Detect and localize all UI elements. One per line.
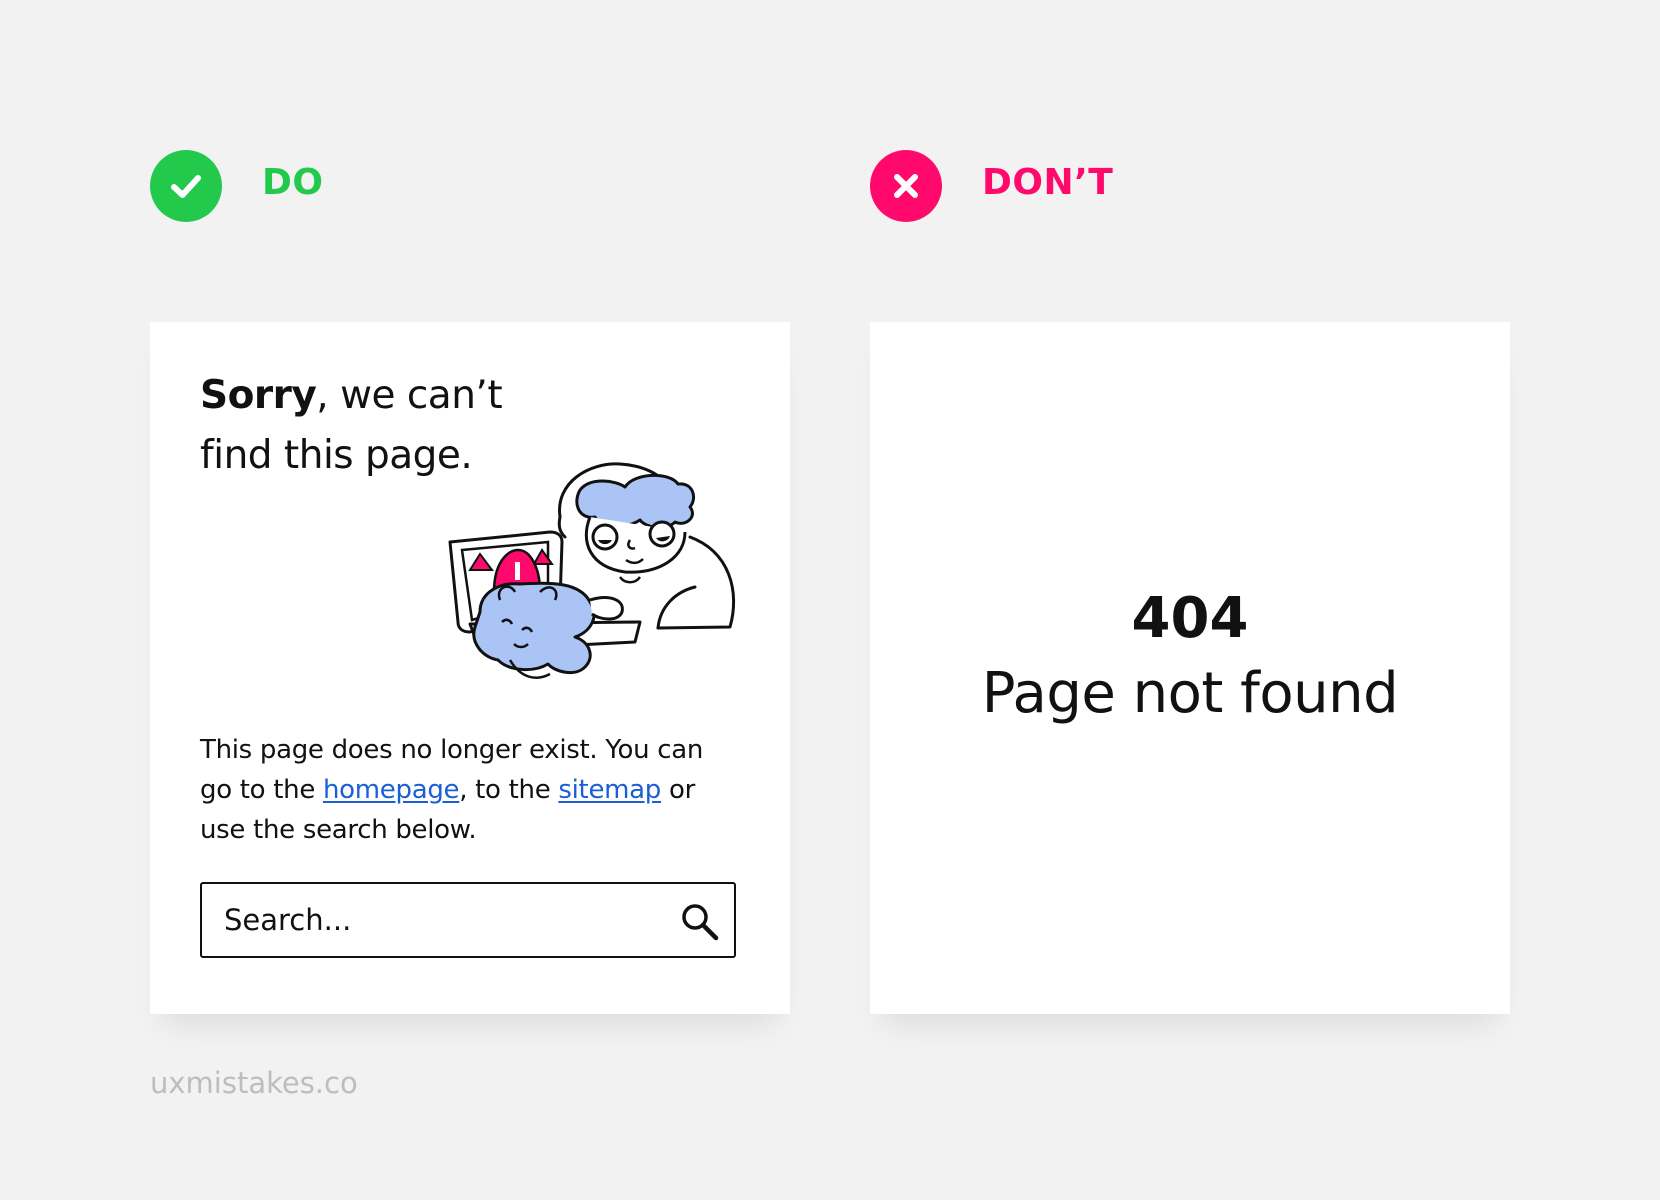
close-icon xyxy=(894,174,918,198)
dont-message-block: 404 Page not found xyxy=(870,584,1510,734)
headline-bold: Sorry xyxy=(200,373,317,418)
person-with-cat-and-error-laptop-illustration xyxy=(448,462,736,679)
dont-badge xyxy=(870,150,942,222)
do-label: DO xyxy=(262,161,324,203)
headline-line-2: find this page. xyxy=(200,433,473,478)
homepage-link[interactable]: homepage xyxy=(323,775,460,805)
search-icon xyxy=(682,904,719,941)
dont-error-page-card: 404 Page not found xyxy=(870,322,1510,1014)
dont-label: DON’T xyxy=(982,161,1114,203)
checkmark-icon xyxy=(171,175,201,198)
headline-rest: , we can’t xyxy=(316,373,503,418)
body-middle: , to the xyxy=(459,775,559,805)
do-header: DO xyxy=(150,150,324,222)
search-input[interactable] xyxy=(202,884,654,956)
do-error-page-card: Sorry, we can’t find this page. This pag… xyxy=(150,322,790,1014)
search-button[interactable] xyxy=(680,902,720,942)
sitemap-link[interactable]: sitemap xyxy=(558,775,661,805)
error-code: 404 xyxy=(1131,586,1249,651)
footer-credit: uxmistakes.co xyxy=(150,1066,358,1100)
dont-header: DON’T xyxy=(870,150,1113,222)
error-message: Page not found xyxy=(981,661,1399,726)
do-badge xyxy=(150,150,222,222)
do-body-text: This page does no longer exist. You can … xyxy=(200,730,720,850)
search-box xyxy=(200,882,736,958)
comparison-page: DO DON’T Sorry, we can’t find this page. xyxy=(0,0,1660,1200)
